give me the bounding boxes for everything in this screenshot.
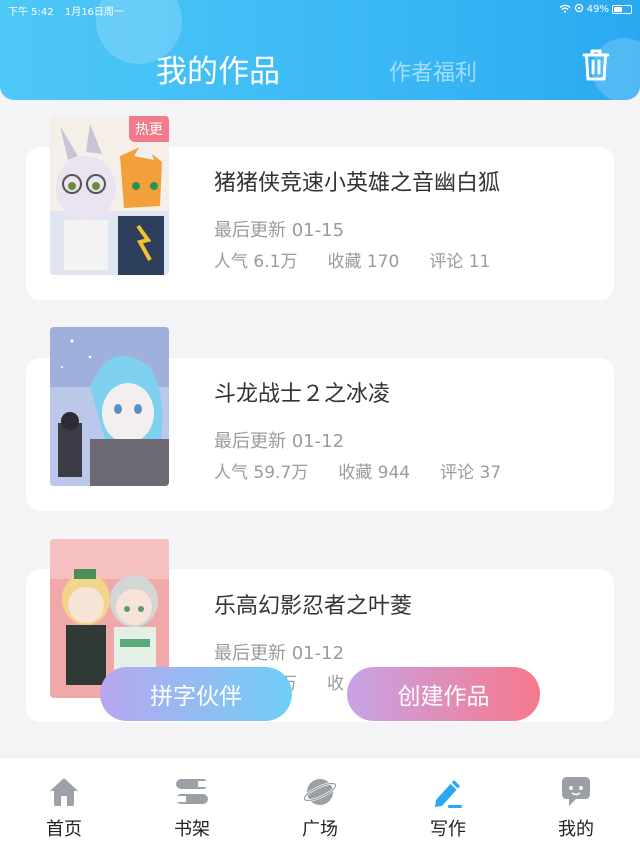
nav-item-bookshelf[interactable]: 书架 bbox=[128, 758, 256, 853]
tab-author-welfare[interactable]: 作者福利 bbox=[389, 55, 477, 87]
favorites-count: 收 bbox=[327, 674, 344, 694]
comments-count: 评论 37 bbox=[440, 463, 502, 483]
work-title[interactable]: 乐高幻影忍者之叶菱 bbox=[214, 588, 412, 620]
writing-partner-button[interactable]: 拼字伙伴 bbox=[100, 667, 292, 721]
battery-percent: 49% bbox=[586, 4, 609, 15]
work-updated: 最后更新 01-12 bbox=[214, 643, 345, 664]
battery-icon bbox=[612, 5, 632, 14]
app-header: 下午 5:42 1月16日周一 49% 我的作品 作者福利 bbox=[0, 0, 640, 100]
create-work-button[interactable]: 创建作品 bbox=[347, 667, 540, 721]
popularity-count: 人气 6.1万 bbox=[214, 252, 298, 272]
nav-item-home[interactable]: 首页 bbox=[0, 758, 128, 853]
work-stats: 人气 59.7万 收藏 944 评论 37 bbox=[214, 458, 501, 483]
comments-count: 评论 11 bbox=[429, 252, 491, 272]
work-title[interactable]: 斗龙战士２之冰凌 bbox=[214, 376, 390, 408]
favorites-count: 收藏 170 bbox=[327, 252, 400, 272]
pencil-icon bbox=[430, 774, 466, 810]
nav-item-plaza[interactable]: 广场 bbox=[256, 758, 384, 853]
tab-my-works[interactable]: 我的作品 bbox=[156, 46, 280, 91]
work-updated: 最后更新 01-12 bbox=[214, 431, 345, 452]
bottom-navigation: 首页 书架 广场 写作 我的 bbox=[0, 757, 640, 853]
bookshelf-icon bbox=[174, 774, 210, 810]
nav-item-mine[interactable]: 我的 bbox=[512, 758, 640, 853]
status-bar: 下午 5:42 1月16日周一 49% bbox=[0, 0, 640, 18]
chat-bubble-icon bbox=[558, 774, 594, 810]
planet-icon bbox=[302, 774, 338, 810]
work-cover-image[interactable] bbox=[50, 327, 169, 486]
nav-label-bookshelf: 书架 bbox=[174, 819, 210, 840]
orientation-lock-icon bbox=[574, 3, 584, 16]
status-date: 1月16日周一 bbox=[64, 7, 124, 18]
trash-icon[interactable] bbox=[580, 48, 612, 82]
work-updated: 最后更新 01-15 bbox=[214, 220, 345, 241]
nav-item-write[interactable]: 写作 bbox=[384, 758, 512, 853]
wifi-icon bbox=[559, 4, 571, 16]
nav-label-write: 写作 bbox=[430, 819, 466, 840]
work-stats: 人气 6.1万 收藏 170 评论 11 bbox=[214, 247, 490, 272]
popularity-count: 人气 59.7万 bbox=[214, 463, 309, 483]
nav-label-mine: 我的 bbox=[558, 819, 594, 840]
favorites-count: 收藏 944 bbox=[338, 463, 411, 483]
nav-label-home: 首页 bbox=[46, 819, 82, 840]
work-cover-image[interactable]: 热更 bbox=[50, 116, 169, 275]
work-title[interactable]: 猪猪侠竞速小英雄之音幽白狐 bbox=[214, 165, 500, 197]
status-time: 下午 5:42 bbox=[8, 7, 54, 18]
hot-update-badge: 热更 bbox=[129, 116, 169, 142]
nav-label-plaza: 广场 bbox=[302, 819, 338, 840]
home-icon bbox=[46, 774, 82, 810]
